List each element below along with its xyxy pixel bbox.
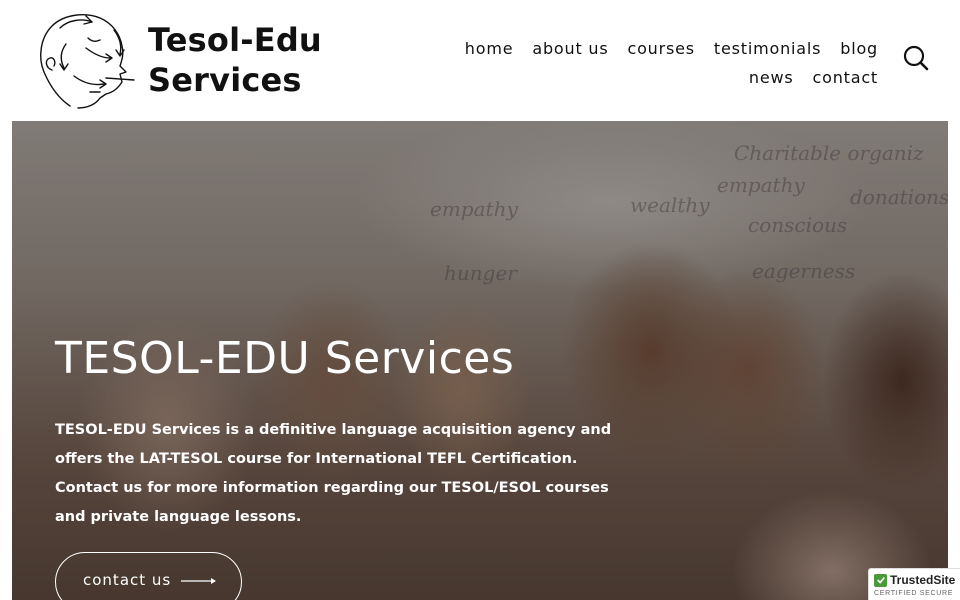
nav-row-1: home about us courses testimonials blog [458, 34, 878, 63]
nav-blog[interactable]: blog [840, 39, 878, 58]
contact-us-button-label: contact us [83, 571, 172, 589]
hero-description: TESOL-EDU Services is a definitive langu… [55, 422, 612, 525]
contact-us-button[interactable]: contact us [55, 552, 242, 600]
site-header: Tesol-Edu Services home about us courses… [0, 0, 960, 120]
hero-title: TESOL-EDU Services [55, 333, 515, 384]
arrow-right-icon [181, 578, 217, 584]
nav-contact[interactable]: contact [813, 68, 878, 87]
site-title-line2: Services [148, 61, 302, 99]
nav-testimonials[interactable]: testimonials [714, 39, 821, 58]
primary-nav: home about us courses testimonials blog … [458, 34, 878, 92]
nav-home[interactable]: home [465, 39, 514, 58]
search-icon[interactable] [902, 44, 930, 72]
logo-icon[interactable] [30, 8, 136, 114]
trust-badge-name: TrustedSite [890, 573, 956, 587]
trust-badge-sub: CERTIFIED SECURE [874, 590, 954, 597]
nav-courses[interactable]: courses [628, 39, 695, 58]
nav-about-us[interactable]: about us [532, 39, 608, 58]
site-title-line1: Tesol-Edu [148, 21, 322, 59]
checkmark-icon [874, 573, 887, 587]
site-title[interactable]: Tesol-Edu Services [148, 20, 322, 100]
trust-row: TrustedSite [874, 573, 960, 587]
trusted-site-badge[interactable]: TrustedSite CERTIFIED SECURE [868, 568, 960, 600]
nav-row-2: news contact [458, 63, 878, 92]
nav-news[interactable]: news [749, 68, 794, 87]
hero-banner: Charitable organiz empathy donations wea… [12, 121, 948, 600]
